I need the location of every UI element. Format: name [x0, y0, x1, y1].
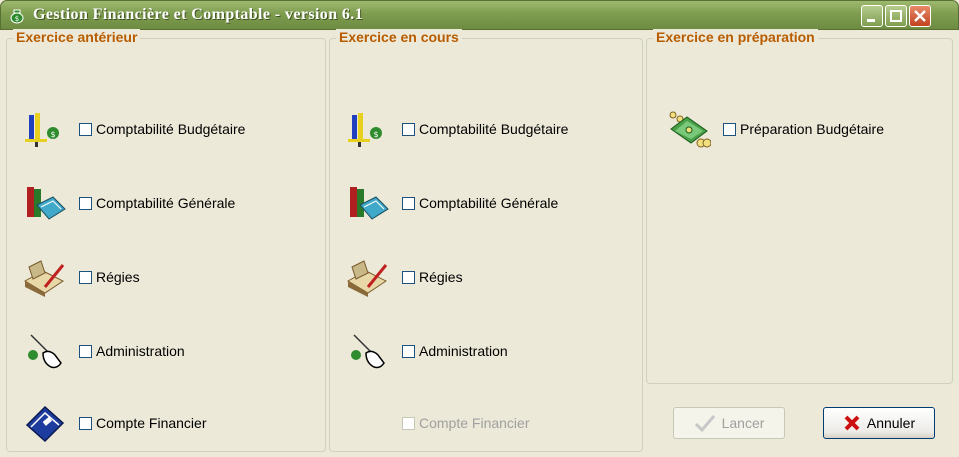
checkbox[interactable] — [79, 270, 92, 284]
ledger-pen-icon — [24, 260, 65, 297]
annuler-button[interactable]: Annuler — [823, 407, 935, 439]
option-label: Compte Financier — [96, 415, 207, 431]
option-administration[interactable]: Administration — [23, 331, 185, 371]
option-preparation-budgetaire[interactable]: Préparation Budgétaire — [667, 109, 884, 149]
minimize-button[interactable] — [861, 5, 883, 27]
books-icon — [27, 187, 66, 220]
option-comptabilite-generale[interactable]: Comptabilité Générale — [23, 183, 235, 223]
checkbox[interactable] — [402, 270, 415, 284]
checkbox[interactable] — [79, 344, 92, 358]
svg-text:$: $ — [50, 130, 55, 139]
section-label: Exercice en cours — [336, 29, 462, 45]
option-comptabilite-budgetaire[interactable]: $ Comptabilité Budgétaire — [346, 109, 568, 149]
option-label: Compte Financier — [419, 415, 530, 431]
books-icon — [350, 187, 389, 220]
checkbox[interactable] — [402, 122, 415, 136]
hand-admin-icon — [28, 334, 62, 369]
option-label: Comptabilité Budgétaire — [419, 121, 569, 137]
svg-text:$: $ — [373, 130, 378, 139]
option-comptabilite-budgetaire[interactable]: $ Comptabilité Budgétaire — [23, 109, 245, 149]
button-label: Lancer — [721, 415, 765, 431]
minimize-icon — [867, 19, 875, 22]
option-label: Comptabilité Budgétaire — [96, 121, 246, 137]
money-coins-icon — [669, 111, 711, 148]
hand-admin-icon — [351, 334, 385, 369]
section-exercice-anterieur: Exercice antérieur $ Comptabilité Budgét… — [6, 29, 326, 452]
option-label: Administration — [419, 343, 508, 359]
button-label: Annuler — [866, 415, 916, 431]
ledger-pen-icon — [347, 260, 388, 297]
budget-icon: $ — [348, 113, 382, 147]
checkbox[interactable] — [79, 416, 92, 430]
option-compte-financier: Compte Financier — [402, 403, 530, 443]
checkbox[interactable] — [79, 122, 92, 136]
window-title: Gestion Financière et Comptable - versio… — [33, 6, 364, 23]
section-exercice-en-cours: Exercice en cours $ Comptabilité Budgéta… — [329, 29, 643, 452]
section-label: Exercice antérieur — [13, 29, 141, 45]
maximize-button[interactable] — [885, 5, 907, 27]
option-label: Administration — [96, 343, 185, 359]
option-label: Préparation Budgétaire — [740, 121, 884, 137]
checkbox[interactable] — [402, 344, 415, 358]
checkmark-icon — [694, 415, 715, 432]
checkbox[interactable] — [402, 196, 415, 210]
option-regies[interactable]: Régies — [23, 257, 140, 297]
budget-icon: $ — [25, 113, 59, 147]
red-x-icon — [844, 415, 860, 431]
option-comptabilite-generale[interactable]: Comptabilité Générale — [346, 183, 558, 223]
checkbox[interactable] — [723, 122, 736, 136]
lancer-button[interactable]: Lancer — [673, 407, 785, 439]
maximize-icon — [890, 10, 902, 22]
section-label: Exercice en préparation — [653, 29, 818, 45]
blue-book-icon — [25, 405, 65, 443]
title-bar[interactable]: $ Gestion Financière et Comptable - vers… — [0, 0, 959, 30]
option-label: Comptabilité Générale — [419, 195, 559, 211]
close-icon — [914, 10, 926, 22]
option-label: Régies — [96, 269, 140, 285]
svg-text:$: $ — [15, 15, 19, 23]
close-button[interactable] — [909, 5, 931, 27]
option-compte-financier[interactable]: Compte Financier — [23, 403, 207, 443]
section-exercice-en-preparation: Exercice en préparation Préparation Budg… — [646, 29, 953, 384]
checkbox — [402, 416, 415, 430]
window-client-area: Exercice antérieur $ Comptabilité Budgét… — [3, 29, 956, 454]
checkbox[interactable] — [79, 196, 92, 210]
option-label: Comptabilité Générale — [96, 195, 236, 211]
option-label: Régies — [419, 269, 463, 285]
option-regies[interactable]: Régies — [346, 257, 463, 297]
option-administration[interactable]: Administration — [346, 331, 508, 371]
money-bag-icon: $ — [10, 9, 24, 24]
